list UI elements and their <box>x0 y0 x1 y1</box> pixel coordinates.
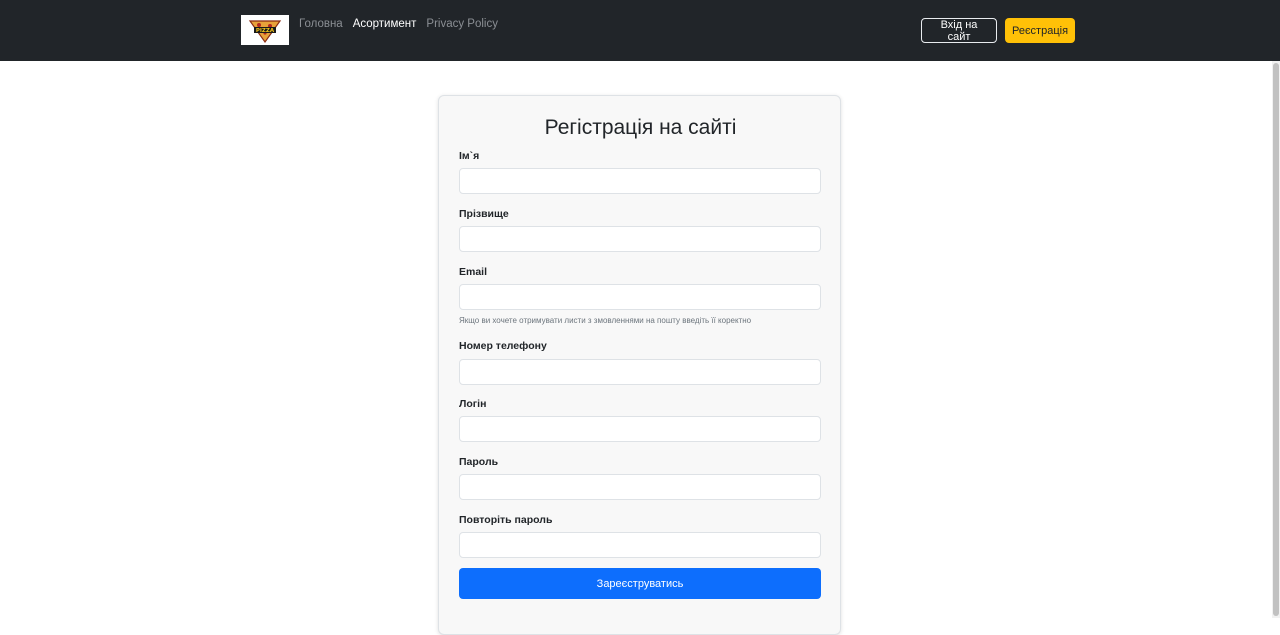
password-repeat-input[interactable] <box>459 532 821 558</box>
svg-text:PIZZA: PIZZA <box>256 28 275 34</box>
email-label: Email <box>459 266 488 278</box>
last-name-label: Прізвище <box>459 208 509 220</box>
nav-link-privacy-policy[interactable]: Privacy Policy <box>426 17 498 31</box>
nav-link-home[interactable]: Головна <box>299 17 343 31</box>
phone-input[interactable] <box>459 359 821 385</box>
first-name-label: Ім`я <box>459 150 480 162</box>
last-name-input[interactable] <box>459 226 821 252</box>
page-title: Регістрація на сайті <box>544 116 737 139</box>
page-scrollbar[interactable] <box>1272 61 1280 618</box>
email-help-text: Якщо ви хочете отримувати листи з змовле… <box>459 316 752 325</box>
nav-links: Головна Асортимент Privacy Policy <box>299 17 498 31</box>
pizza-logo-icon: PIZZA <box>241 15 289 45</box>
password-label: Пароль <box>459 456 499 468</box>
logo-link[interactable]: PIZZA <box>241 15 289 45</box>
login-label: Логін <box>459 398 487 410</box>
nav-link-assortment[interactable]: Асортимент <box>353 17 417 31</box>
navbar: PIZZA Головна Асортимент Privacy Policy … <box>0 0 1280 61</box>
register-button[interactable]: Реєстрація <box>1005 18 1075 43</box>
login-button[interactable]: Вхід на сайт <box>921 18 997 43</box>
password-repeat-label: Повторіть пароль <box>459 514 553 526</box>
submit-register-button[interactable]: Зареєструватись <box>459 568 821 599</box>
scrollbar-thumb[interactable] <box>1273 63 1279 616</box>
email-input[interactable] <box>459 284 821 310</box>
registration-card: Регістрація на сайті Ім`я Прізвище Email… <box>438 95 841 635</box>
login-input[interactable] <box>459 416 821 442</box>
first-name-input[interactable] <box>459 168 821 194</box>
password-input[interactable] <box>459 474 821 500</box>
phone-label: Номер телефону <box>459 340 547 352</box>
